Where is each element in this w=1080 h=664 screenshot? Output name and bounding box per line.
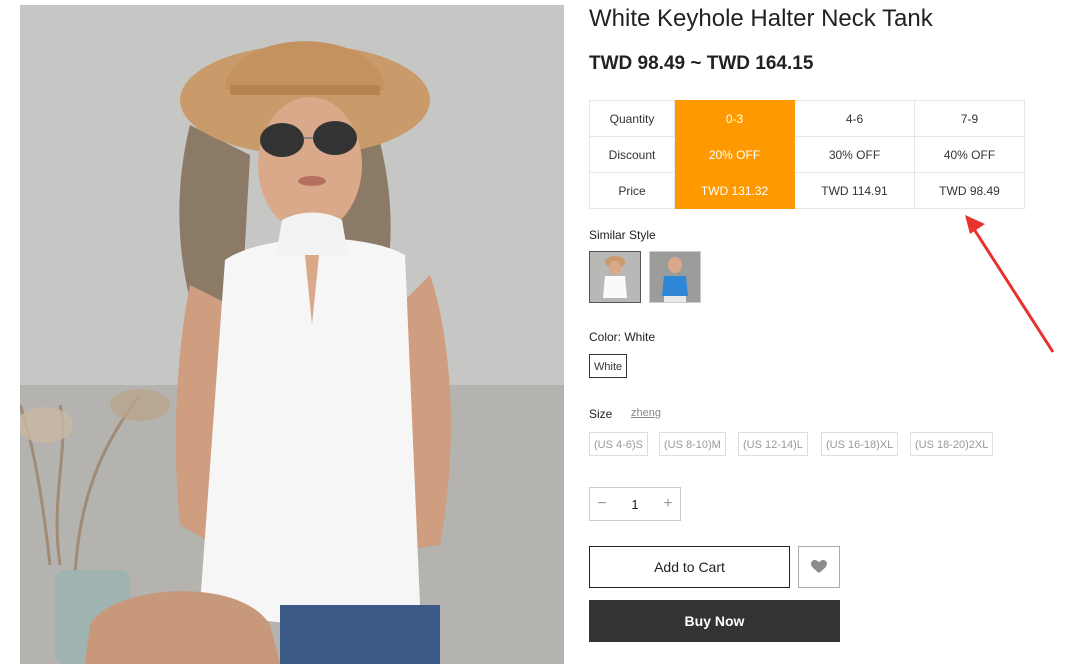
similar-style-thumb-white[interactable] xyxy=(589,251,641,303)
wishlist-button[interactable] xyxy=(798,546,840,588)
tier-cell[interactable]: TWD 131.32 xyxy=(674,172,795,209)
color-option-white[interactable]: White xyxy=(589,354,628,378)
size-option-2xl[interactable]: (US 18-20)2XL xyxy=(910,432,994,456)
tier-pricing-table: Quantity 0-3 4-6 7-9 Discount 20% OFF 30… xyxy=(589,100,1025,209)
similar-style-thumb-blue[interactable] xyxy=(649,251,701,303)
heart-icon xyxy=(811,560,827,573)
white-tank-thumbnail-icon xyxy=(590,252,640,302)
buy-now-button[interactable]: Buy Now xyxy=(589,600,840,642)
tier-cell[interactable]: 20% OFF xyxy=(674,136,795,173)
tier-row-quantity: Quantity 0-3 4-6 7-9 xyxy=(589,100,1025,137)
size-label: Size xyxy=(589,407,613,421)
size-option-l[interactable]: (US 12-14)L xyxy=(738,432,808,456)
tier-cell[interactable]: 0-3 xyxy=(674,100,795,137)
product-title: White Keyhole Halter Neck Tank xyxy=(589,5,933,32)
quantity-stepper: − 1 + xyxy=(589,487,681,521)
tier-row-label: Price xyxy=(589,172,675,209)
blue-tank-thumbnail-icon xyxy=(650,252,700,302)
quantity-value[interactable]: 1 xyxy=(614,497,656,512)
color-label: Color: White xyxy=(589,330,656,344)
price-range: TWD 98.49 ~ TWD 164.15 xyxy=(589,53,814,74)
tier-cell[interactable]: 4-6 xyxy=(794,100,915,137)
quantity-increase-button[interactable]: + xyxy=(656,495,680,513)
add-to-cart-button[interactable]: Add to Cart xyxy=(589,546,790,588)
tier-row-price: Price TWD 131.32 TWD 114.91 TWD 98.49 xyxy=(589,172,1025,209)
tier-cell[interactable]: TWD 98.49 xyxy=(914,172,1025,209)
size-option-m[interactable]: (US 8-10)M xyxy=(659,432,726,456)
product-photo-illustration xyxy=(20,5,564,664)
size-guide-link[interactable]: zheng xyxy=(631,407,661,419)
similar-style-label: Similar Style xyxy=(589,228,656,242)
tier-row-label: Quantity xyxy=(589,100,675,137)
tier-cell[interactable]: TWD 114.91 xyxy=(794,172,915,209)
annotation-arrow xyxy=(965,215,1055,353)
tier-row-label: Discount xyxy=(589,136,675,173)
tier-cell[interactable]: 40% OFF xyxy=(914,136,1025,173)
quantity-decrease-button[interactable]: − xyxy=(590,495,614,513)
tier-cell[interactable]: 30% OFF xyxy=(794,136,915,173)
tier-cell[interactable]: 7-9 xyxy=(914,100,1025,137)
tier-row-discount: Discount 20% OFF 30% OFF 40% OFF xyxy=(589,136,1025,173)
size-option-s[interactable]: (US 4-6)S xyxy=(589,432,648,456)
size-option-xl[interactable]: (US 16-18)XL xyxy=(821,432,899,456)
product-image xyxy=(20,5,564,664)
